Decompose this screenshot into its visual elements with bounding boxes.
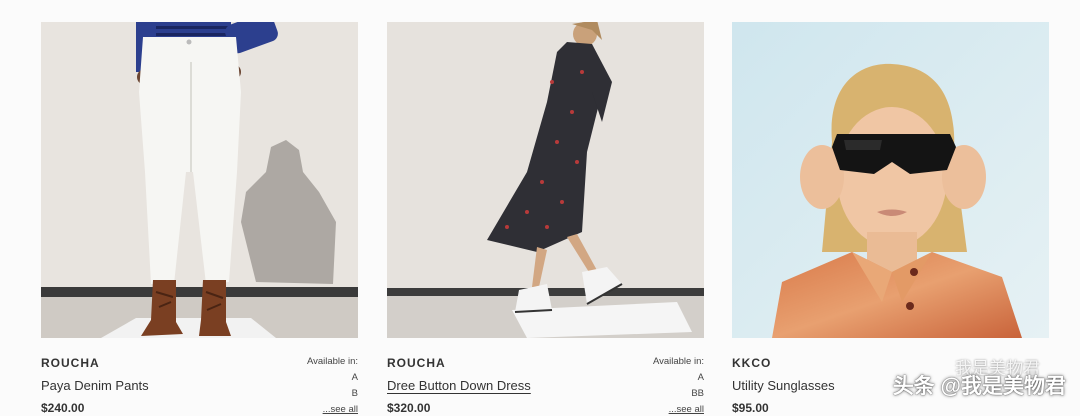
product-card-paya-denim-pants[interactable]: ROUCHA Paya Denim Pants $240.00 Availabl… [41, 22, 358, 416]
availability: Available in: A BB ...see all [653, 354, 704, 416]
size-option[interactable]: A [307, 370, 358, 386]
product-image-utility-sunglasses[interactable] [732, 22, 1049, 338]
size-option[interactable]: B [307, 386, 358, 402]
product-name[interactable]: Dree Button Down Dress [387, 378, 531, 393]
see-all-sizes-link[interactable]: ...see all [653, 402, 704, 416]
size-option[interactable]: BB [653, 386, 704, 402]
product-brand[interactable]: KKCO [732, 356, 771, 370]
product-meta: ROUCHA Dree Button Down Dress $320.00 Av… [387, 338, 704, 416]
availability: Available in: A B ...see all [307, 354, 358, 416]
product-name[interactable]: Paya Denim Pants [41, 378, 149, 393]
see-all-sizes-link[interactable]: ...see all [307, 402, 358, 416]
product-price: $95.00 [732, 401, 769, 415]
product-price: $320.00 [387, 401, 431, 415]
product-meta: ROUCHA Paya Denim Pants $240.00 Availabl… [41, 338, 358, 416]
watermark-text: 头条 @我是美物君 [892, 375, 1066, 398]
product-card-dree-button-down-dress[interactable]: ROUCHA Dree Button Down Dress $320.00 Av… [387, 22, 704, 416]
availability-label: Available in: [306, 356, 358, 367]
product-price: $240.00 [41, 401, 85, 415]
product-brand[interactable]: ROUCHA [41, 356, 100, 370]
availability-label: Available in: [652, 356, 704, 367]
product-name[interactable]: Utility Sunglasses [732, 378, 835, 393]
product-brand[interactable]: ROUCHA [387, 356, 446, 370]
product-image-dree-button-down-dress[interactable] [387, 22, 704, 338]
product-grid: ROUCHA Paya Denim Pants $240.00 Availabl… [0, 0, 1080, 416]
product-image-paya-denim-pants[interactable] [41, 22, 358, 338]
size-option[interactable]: A [653, 370, 704, 386]
